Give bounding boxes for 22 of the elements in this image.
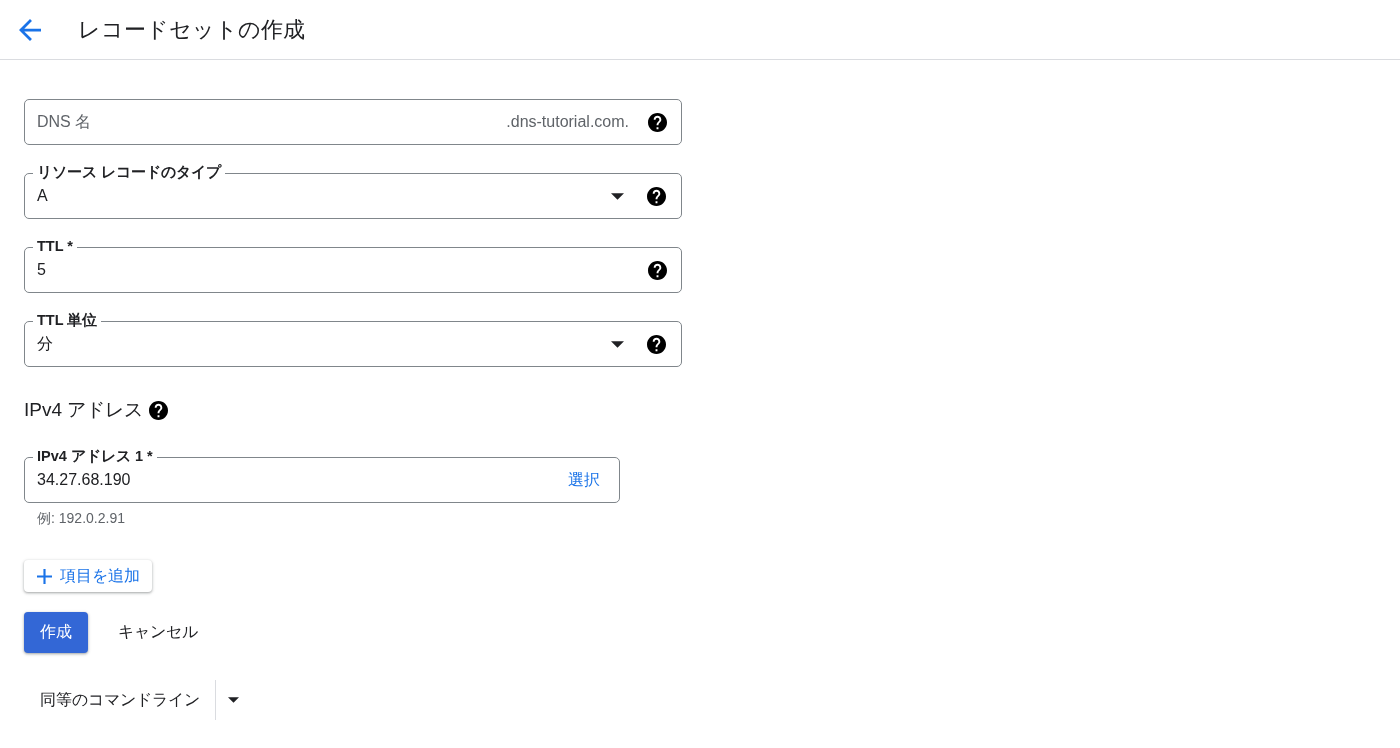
page-title: レコードセットの作成 [78,15,305,44]
help-icon[interactable] [149,400,169,420]
caret-icon [611,340,624,348]
back-arrow-icon[interactable] [19,18,41,41]
cancel-button[interactable]: キャンセル [102,612,214,653]
field-label: IPv4 アドレス 1 * [33,448,157,465]
help-icon[interactable] [647,186,666,206]
help-icon[interactable] [648,112,667,132]
hint-text: 例: 192.0.2.91 [37,509,125,527]
domain-suffix: .dns-tutorial.com. [506,113,629,131]
help-icon[interactable] [647,334,666,354]
field-label: リソース レコードのタイプ [33,164,226,181]
select-button[interactable]: 選択 [556,463,612,497]
caret-icon [228,697,239,703]
command-line-button[interactable]: 同等のコマンドライン [24,682,215,718]
plus-icon [37,568,52,584]
add-item-button[interactable]: 項目を追加 [24,560,152,592]
field-label: TTL 単位 [33,312,102,329]
help-icon[interactable] [648,260,667,280]
section-heading: IPv4 アドレス [24,398,144,422]
caret-icon [611,192,624,200]
create-button[interactable]: 作成 [24,612,88,653]
